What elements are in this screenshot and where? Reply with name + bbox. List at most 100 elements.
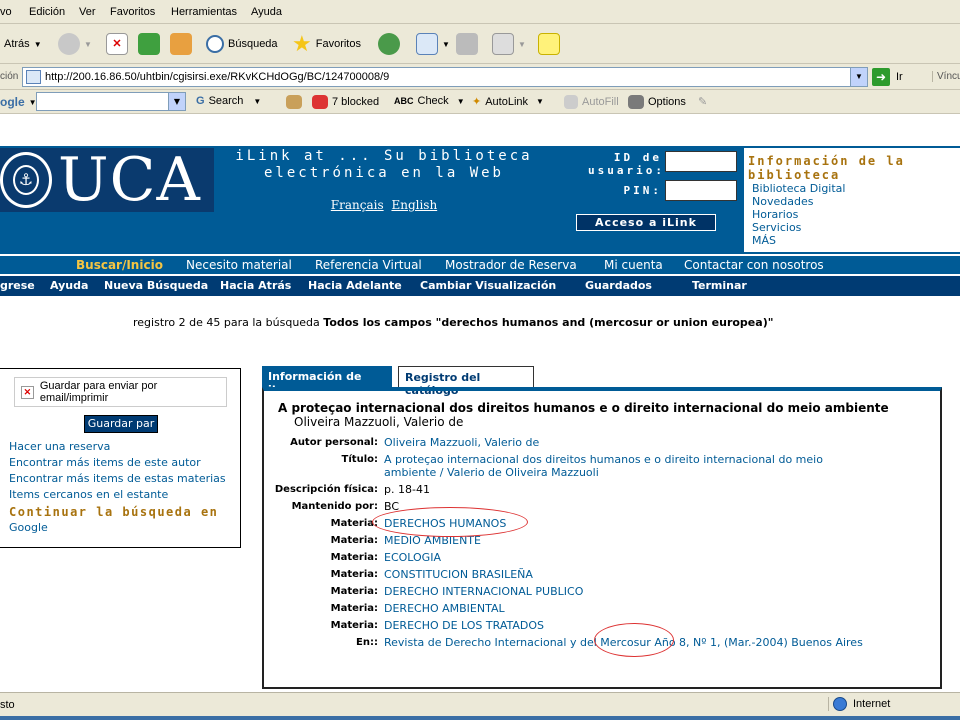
- google-link[interactable]: Google: [9, 520, 226, 536]
- status-text: sto: [0, 699, 15, 711]
- forward-icon: [58, 33, 80, 55]
- info-link-digital-library[interactable]: Biblioteca Digital: [752, 182, 845, 195]
- back-button[interactable]: Atrás ▼: [4, 31, 42, 57]
- tab-catalog-record[interactable]: Registro del catálogo: [398, 366, 534, 397]
- record-actions-sidebar: ✕ Guardar para enviar por email/imprimir…: [0, 368, 241, 548]
- info-link-more[interactable]: MÁS: [752, 234, 845, 247]
- save-button[interactable]: Guardar par: [84, 415, 158, 433]
- stop-icon: ✕: [106, 33, 128, 55]
- home-icon: [170, 33, 192, 55]
- options-icon: [628, 95, 644, 109]
- search-button[interactable]: Búsqueda: [206, 31, 278, 57]
- address-label: ción: [0, 71, 19, 82]
- news-button[interactable]: [286, 95, 302, 109]
- refresh-icon: [138, 33, 160, 55]
- nav-return[interactable]: gresе: [0, 279, 35, 292]
- chevron-down-icon[interactable]: ▼: [850, 68, 867, 86]
- go-button[interactable]: ➜ Ir: [872, 68, 903, 86]
- tab-item-info[interactable]: Información de item: [262, 366, 392, 396]
- pin-label: PIN:: [623, 184, 662, 197]
- nav-saved[interactable]: Guardados: [585, 279, 652, 292]
- save-option[interactable]: ✕ Guardar para enviar por email/imprimir: [14, 377, 227, 407]
- popup-blocker[interactable]: 7 blocked: [312, 95, 379, 109]
- access-ilink-button[interactable]: Acceso a iLink: [576, 214, 716, 231]
- nav-need-material[interactable]: Necesito material: [186, 258, 292, 272]
- nav-contact[interactable]: Contactar con nosotros: [684, 258, 824, 272]
- info-link-news[interactable]: Novedades: [752, 195, 845, 208]
- highlighter-button[interactable]: ✎: [698, 95, 707, 108]
- field-label: Título:: [341, 454, 378, 465]
- google-search-button[interactable]: G Search ▼: [196, 95, 261, 107]
- mail-button[interactable]: ▼: [416, 31, 450, 57]
- favorites-button[interactable]: ★ Favoritos: [292, 31, 361, 57]
- menu-file[interactable]: vo: [0, 6, 12, 18]
- more-by-subject-link[interactable]: Encontrar más items de estas materias: [9, 471, 226, 487]
- nav-search-home[interactable]: Buscar/Inicio: [76, 258, 163, 272]
- history-button[interactable]: [378, 31, 400, 57]
- subject-value[interactable]: DERECHO INTERNACIONAL PUBLICO: [384, 585, 864, 598]
- menu-favorites[interactable]: Favoritos: [110, 6, 155, 18]
- field-label: Materia:: [330, 552, 378, 563]
- lang-english-link[interactable]: English: [391, 198, 437, 212]
- options-button[interactable]: Options: [628, 95, 686, 109]
- menu-bar: vo Edición Ver Favoritos Herramientas Ay…: [0, 0, 960, 24]
- lang-french-link[interactable]: Français: [331, 198, 384, 212]
- language-links: Français English: [218, 198, 550, 212]
- autofill-button[interactable]: AutoFill: [564, 95, 619, 109]
- nav-change-view[interactable]: Cambiar Visualización: [420, 279, 556, 292]
- subject-value[interactable]: ECOLOGIA: [384, 551, 864, 564]
- address-bar: ción http://200.16.86.50/uhtbin/cgisirsi…: [0, 64, 960, 90]
- print-button[interactable]: [456, 31, 478, 57]
- stop-button[interactable]: ✕: [106, 31, 128, 57]
- title-value[interactable]: A proteçao internacional dos direitos hu…: [384, 453, 854, 479]
- nav-help[interactable]: Ayuda: [50, 279, 88, 292]
- nav-virtual-reference[interactable]: Referencia Virtual: [315, 258, 422, 272]
- place-hold-link[interactable]: Hacer una reserva: [9, 439, 226, 455]
- nav-my-account[interactable]: Mi cuenta: [604, 258, 663, 272]
- field-label: Autor personal:: [290, 437, 378, 448]
- home-button[interactable]: [170, 31, 192, 57]
- spell-check-button[interactable]: ABC Check ▼: [394, 95, 465, 107]
- nearby-items-link[interactable]: Items cercanos en el estante: [9, 487, 226, 503]
- menu-help[interactable]: Ayuda: [251, 6, 282, 18]
- info-link-hours[interactable]: Horarios: [752, 208, 845, 221]
- chevron-down-icon[interactable]: ▼: [168, 93, 185, 110]
- links-label[interactable]: Víncul: [932, 71, 960, 82]
- nav-forward[interactable]: Hacia Adelante: [308, 279, 402, 292]
- google-menu[interactable]: ogle ▼: [0, 95, 37, 109]
- wand-icon: ✦: [472, 96, 482, 108]
- continue-search-heading: Continuar la búsqueda en: [9, 505, 219, 519]
- url-input[interactable]: http://200.16.86.50/uhtbin/cgisirsi.exe/…: [22, 67, 868, 87]
- highlight-ellipse: [594, 623, 674, 657]
- subject-value[interactable]: CONSTITUCION BRASILEÑA: [384, 568, 864, 581]
- forward-button[interactable]: ▼: [58, 31, 92, 57]
- notes-button[interactable]: [538, 31, 560, 57]
- dropdown-icon: ▼: [536, 97, 544, 106]
- page-content: ⚓ UCA iLink at ... Su biblioteca electró…: [0, 114, 960, 692]
- nav-new-search[interactable]: Nueva Búsqueda: [104, 279, 208, 292]
- menu-view[interactable]: Ver: [79, 6, 96, 18]
- edit-button[interactable]: ▼: [492, 31, 526, 57]
- user-id-input[interactable]: [665, 151, 737, 172]
- author-value[interactable]: Oliveira Mazzuoli, Valerio de: [384, 436, 864, 449]
- subject-value[interactable]: DERECHO AMBIENTAL: [384, 602, 864, 615]
- google-search-input[interactable]: ▼: [36, 92, 186, 111]
- pin-input[interactable]: [665, 180, 737, 201]
- search-icon: [206, 35, 224, 53]
- abc-check-icon: ABC: [394, 96, 414, 106]
- menu-edit[interactable]: Edición: [29, 6, 65, 18]
- record-title: A proteçao internacional dos direitos hu…: [278, 401, 889, 415]
- checkbox-icon[interactable]: ✕: [21, 385, 34, 399]
- nav-logout[interactable]: Terminar: [692, 279, 747, 292]
- info-link-services[interactable]: Servicios: [752, 221, 845, 234]
- more-by-author-link[interactable]: Encontrar más items de este autor: [9, 455, 226, 471]
- autolink-button[interactable]: ✦ AutoLink ▼: [472, 95, 544, 109]
- nav-back[interactable]: Hacia Atrás: [220, 279, 291, 292]
- dropdown-icon: ▼: [33, 39, 42, 49]
- nav-reserve-desk[interactable]: Mostrador de Reserva: [445, 258, 577, 272]
- field-label: Descripción física:: [274, 484, 378, 495]
- news-icon: [286, 95, 302, 109]
- field-label: Materia:: [330, 603, 378, 614]
- menu-tools[interactable]: Herramientas: [171, 6, 237, 18]
- refresh-button[interactable]: [138, 31, 160, 57]
